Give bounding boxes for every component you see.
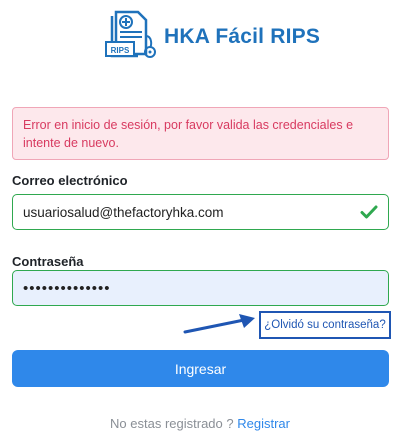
logo-rips-text: RIPS (111, 46, 130, 55)
brand-name: HKA Fácil RIPS (164, 25, 321, 48)
alert-message: Error en inicio de sesión, por favor val… (23, 118, 354, 150)
rips-document-icon: RIPS (105, 10, 156, 58)
register-link[interactable]: Registrar (237, 416, 290, 431)
forgot-password-link[interactable]: ¿Olvidó su contraseña? (259, 311, 391, 339)
annotation-arrow-icon (183, 314, 255, 334)
register-prompt-text: No estas registrado ? (110, 416, 238, 431)
password-field[interactable]: •••••••••••••• (12, 270, 389, 306)
email-field[interactable]: usuariosalud@thefactoryhka.com (12, 194, 389, 230)
login-error-alert: Error en inicio de sesión, por favor val… (12, 107, 389, 160)
register-prompt: No estas registrado ? Registrar (0, 416, 400, 431)
email-value: usuariosalud@thefactoryhka.com (23, 204, 224, 220)
app-logo: RIPS HKA Fácil RIPS (100, 4, 330, 70)
login-button[interactable]: Ingresar (12, 350, 389, 387)
valid-check-icon (360, 205, 378, 219)
email-label: Correo electrónico (12, 173, 128, 188)
password-label: Contraseña (12, 254, 84, 269)
password-value: •••••••••••••• (23, 279, 111, 297)
